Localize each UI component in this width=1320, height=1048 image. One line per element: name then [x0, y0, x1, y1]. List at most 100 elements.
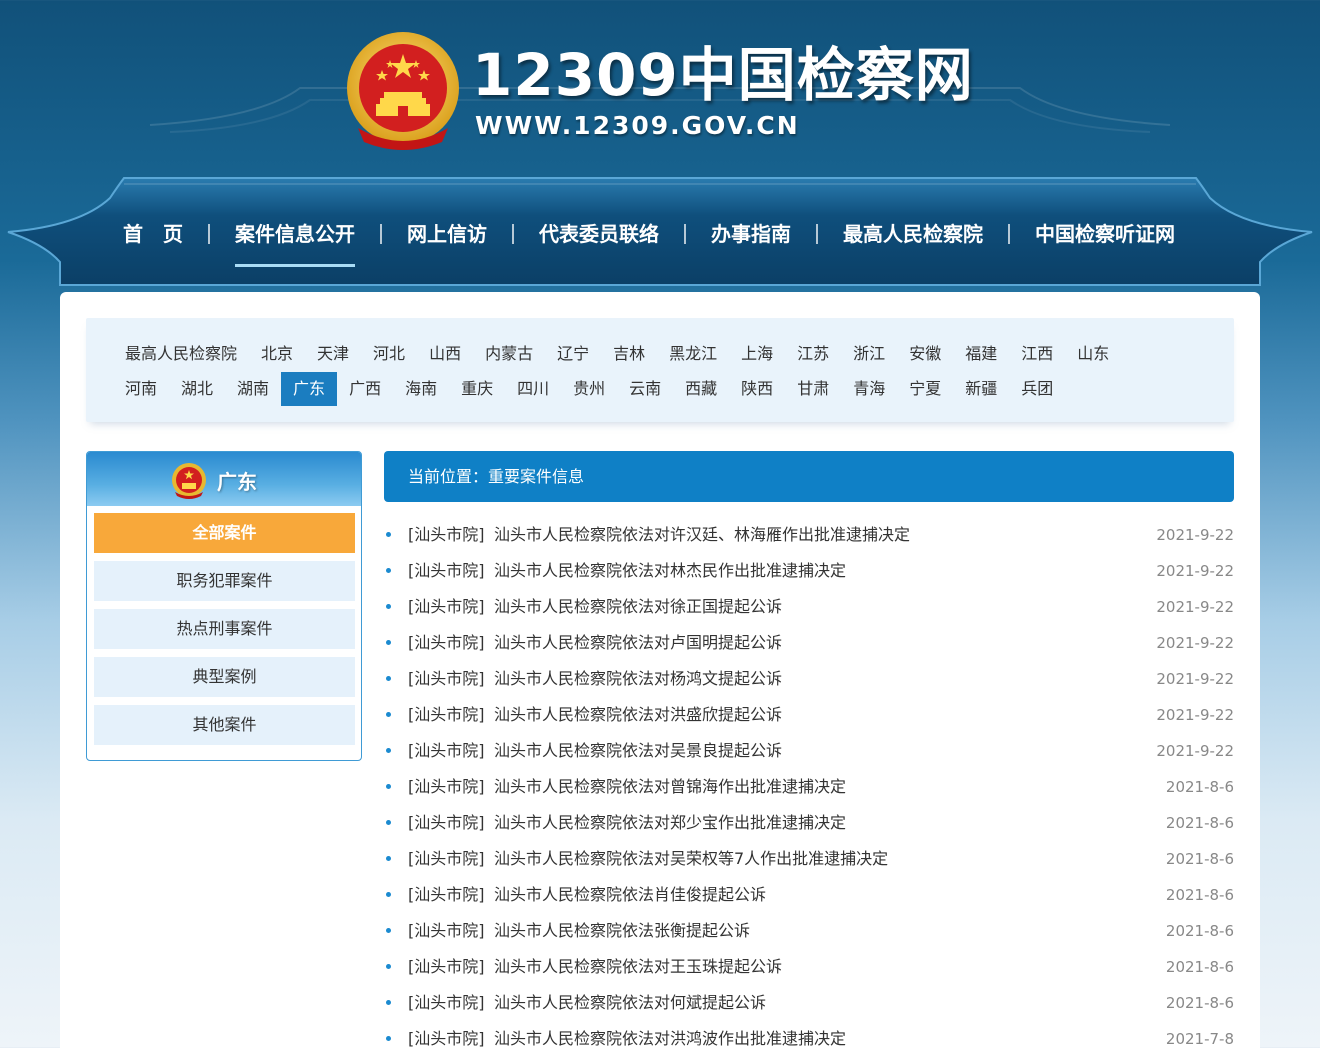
case-source-tag[interactable]: [汕头市院] — [408, 949, 485, 985]
list-item[interactable]: [汕头市院] 汕头市人民检察院依法对郑少宝作出批准逮捕决定 2021-8-6 — [384, 805, 1234, 841]
province-link[interactable]: 山东 — [1065, 337, 1121, 371]
case-date: 2021-9-22 — [1156, 634, 1234, 652]
case-title-link[interactable]: 汕头市人民检察院依法对郑少宝作出批准逮捕决定 — [494, 805, 846, 841]
province-link[interactable]: 广西 — [337, 372, 393, 406]
province-selector: 最高人民检察院 北京 天津 河北 山西 内蒙古 辽宁 吉林 黑龙江 上海 江苏 浙江 安徽 福建 江西 山东 … — [86, 318, 1234, 422]
nav-deputy-liaison[interactable]: 代表委员联络 — [526, 214, 672, 254]
province-link[interactable]: 海南 — [393, 372, 449, 406]
province-link[interactable]: 湖北 — [169, 372, 225, 406]
nav-home[interactable]: 首 页 — [110, 214, 196, 254]
province-link[interactable]: 江苏 — [785, 337, 841, 371]
case-title-link[interactable]: 汕头市人民检察院依法对吴荣权等7人作出批准逮捕决定 — [494, 841, 888, 877]
province-link[interactable]: 新疆 — [953, 372, 1009, 406]
case-title-link[interactable]: 汕头市人民检察院依法对林杰民作出批准逮捕决定 — [494, 553, 846, 589]
province-link[interactable]: 辽宁 — [545, 337, 601, 371]
province-link[interactable]: 内蒙古 — [473, 337, 545, 371]
case-source-tag[interactable]: [汕头市院] — [408, 589, 485, 625]
sidebar-item-duty-crime[interactable]: 职务犯罪案件 — [94, 561, 355, 601]
province-link[interactable]: 广东 — [281, 372, 338, 406]
province-link[interactable]: 浙江 — [841, 337, 897, 371]
province-link[interactable]: 宁夏 — [897, 372, 953, 406]
sidebar-item-typical-cases[interactable]: 典型案例 — [94, 657, 355, 697]
case-title-link[interactable]: 汕头市人民检察院依法对杨鸿文提起公诉 — [494, 661, 782, 697]
case-title-link[interactable]: 汕头市人民检察院依法对王玉珠提起公诉 — [494, 949, 782, 985]
case-source-tag[interactable]: [汕头市院] — [408, 697, 485, 733]
list-item[interactable]: [汕头市院] 汕头市人民检察院依法对林杰民作出批准逮捕决定 2021-9-22 — [384, 553, 1234, 589]
nav-supreme-procuratorate[interactable]: 最高人民检察院 — [830, 214, 996, 254]
province-link[interactable]: 云南 — [617, 372, 673, 406]
sidebar-item-all-cases[interactable]: 全部案件 — [94, 513, 355, 553]
nav-guide[interactable]: 办事指南 — [698, 214, 804, 254]
province-link[interactable]: 贵州 — [561, 372, 617, 406]
list-item[interactable]: [汕头市院] 汕头市人民检察院依法对何斌提起公诉 2021-8-6 — [384, 985, 1234, 1021]
bullet-icon — [386, 928, 391, 933]
list-item[interactable]: [汕头市院] 汕头市人民检察院依法对杨鸿文提起公诉 2021-9-22 — [384, 661, 1234, 697]
province-link[interactable]: 天津 — [305, 337, 361, 371]
national-emblem-icon — [347, 32, 459, 150]
case-source-tag[interactable]: [汕头市院] — [408, 733, 485, 769]
bullet-icon — [386, 964, 391, 969]
case-source-tag[interactable]: [汕头市院] — [408, 517, 485, 553]
nav-petition[interactable]: 网上信访 — [394, 214, 500, 254]
list-item[interactable]: [汕头市院] 汕头市人民检察院依法肖佳俊提起公诉 2021-8-6 — [384, 877, 1234, 913]
breadcrumb: 当前位置：重要案件信息 — [384, 451, 1234, 502]
case-source-tag[interactable]: [汕头市院] — [408, 1021, 485, 1048]
case-title-link[interactable]: 汕头市人民检察院依法对吴景良提起公诉 — [494, 733, 782, 769]
case-source-tag[interactable]: [汕头市院] — [408, 769, 485, 805]
province-link[interactable]: 福建 — [953, 337, 1009, 371]
case-source-tag[interactable]: [汕头市院] — [408, 877, 485, 913]
province-link[interactable]: 北京 — [249, 337, 305, 371]
case-title-link[interactable]: 汕头市人民检察院依法对曾锦海作出批准逮捕决定 — [494, 769, 846, 805]
sidebar-item-other-cases[interactable]: 其他案件 — [94, 705, 355, 745]
province-link[interactable]: 山西 — [417, 337, 473, 371]
sidebar-item-hot-criminal[interactable]: 热点刑事案件 — [94, 609, 355, 649]
province-link[interactable]: 湖南 — [225, 372, 281, 406]
case-source-tag[interactable]: [汕头市院] — [408, 805, 485, 841]
case-source-tag[interactable]: [汕头市院] — [408, 553, 485, 589]
case-source-tag[interactable]: [汕头市院] — [408, 985, 485, 1021]
case-date: 2021-9-22 — [1156, 562, 1234, 580]
list-item[interactable]: [汕头市院] 汕头市人民检察院依法张衡提起公诉 2021-8-6 — [384, 913, 1234, 949]
province-link[interactable]: 甘肃 — [785, 372, 841, 406]
list-item[interactable]: [汕头市院] 汕头市人民检察院依法对徐正国提起公诉 2021-9-22 — [384, 589, 1234, 625]
case-title-link[interactable]: 汕头市人民检察院依法张衡提起公诉 — [494, 913, 750, 949]
province-link[interactable]: 河南 — [114, 372, 169, 406]
province-link[interactable]: 上海 — [729, 337, 785, 371]
province-link[interactable]: 最高人民检察院 — [114, 337, 249, 371]
case-title-link[interactable]: 汕头市人民检察院依法肖佳俊提起公诉 — [494, 877, 766, 913]
nav-case-info[interactable]: 案件信息公开 — [222, 214, 368, 267]
province-link[interactable]: 吉林 — [601, 337, 657, 371]
list-item[interactable]: [汕头市院] 汕头市人民检察院依法对许汉廷、林海雁作出批准逮捕决定 2021-9-2… — [384, 517, 1234, 553]
province-link[interactable]: 陕西 — [729, 372, 785, 406]
province-link[interactable]: 重庆 — [449, 372, 505, 406]
list-item[interactable]: [汕头市院] 汕头市人民检察院依法对洪鸿波作出批准逮捕决定 2021-7-8 — [384, 1021, 1234, 1048]
province-link[interactable]: 江西 — [1009, 337, 1065, 371]
province-link[interactable]: 兵团 — [1009, 372, 1065, 406]
list-item[interactable]: [汕头市院] 汕头市人民检察院依法对洪盛欣提起公诉 2021-9-22 — [384, 697, 1234, 733]
bullet-icon — [386, 820, 391, 825]
case-source-tag[interactable]: [汕头市院] — [408, 661, 485, 697]
case-title-link[interactable]: 汕头市人民检察院依法对徐正国提起公诉 — [494, 589, 782, 625]
case-title-link[interactable]: 汕头市人民检察院依法对许汉廷、林海雁作出批准逮捕决定 — [494, 517, 910, 553]
province-link[interactable]: 安徽 — [897, 337, 953, 371]
province-link[interactable]: 西藏 — [673, 372, 729, 406]
province-link[interactable]: 青海 — [841, 372, 897, 406]
case-source-tag[interactable]: [汕头市院] — [408, 841, 485, 877]
nav-hearing-site[interactable]: 中国检察听证网 — [1022, 214, 1188, 254]
list-item[interactable]: [汕头市院] 汕头市人民检察院依法对王玉珠提起公诉 2021-8-6 — [384, 949, 1234, 985]
case-title-link[interactable]: 汕头市人民检察院依法对洪鸿波作出批准逮捕决定 — [494, 1021, 846, 1048]
breadcrumb-current: 重要案件信息 — [488, 467, 585, 486]
case-source-tag[interactable]: [汕头市院] — [408, 913, 485, 949]
list-item[interactable]: [汕头市院] 汕头市人民检察院依法对卢国明提起公诉 2021-9-22 — [384, 625, 1234, 661]
list-item[interactable]: [汕头市院] 汕头市人民检察院依法对吴荣权等7人作出批准逮捕决定 2021-8-6 — [384, 841, 1234, 877]
list-item[interactable]: [汕头市院] 汕头市人民检察院依法对曾锦海作出批准逮捕决定 2021-8-6 — [384, 769, 1234, 805]
case-title-link[interactable]: 汕头市人民检察院依法对洪盛欣提起公诉 — [494, 697, 782, 733]
case-title-link[interactable]: 汕头市人民检察院依法对何斌提起公诉 — [494, 985, 766, 1021]
province-link[interactable]: 四川 — [505, 372, 561, 406]
list-item[interactable]: [汕头市院] 汕头市人民检察院依法对吴景良提起公诉 2021-9-22 — [384, 733, 1234, 769]
province-link[interactable]: 黑龙江 — [657, 337, 729, 371]
sidebar-header: 广东 — [87, 452, 361, 506]
province-link[interactable]: 河北 — [361, 337, 417, 371]
case-title-link[interactable]: 汕头市人民检察院依法对卢国明提起公诉 — [494, 625, 782, 661]
case-source-tag[interactable]: [汕头市院] — [408, 625, 485, 661]
